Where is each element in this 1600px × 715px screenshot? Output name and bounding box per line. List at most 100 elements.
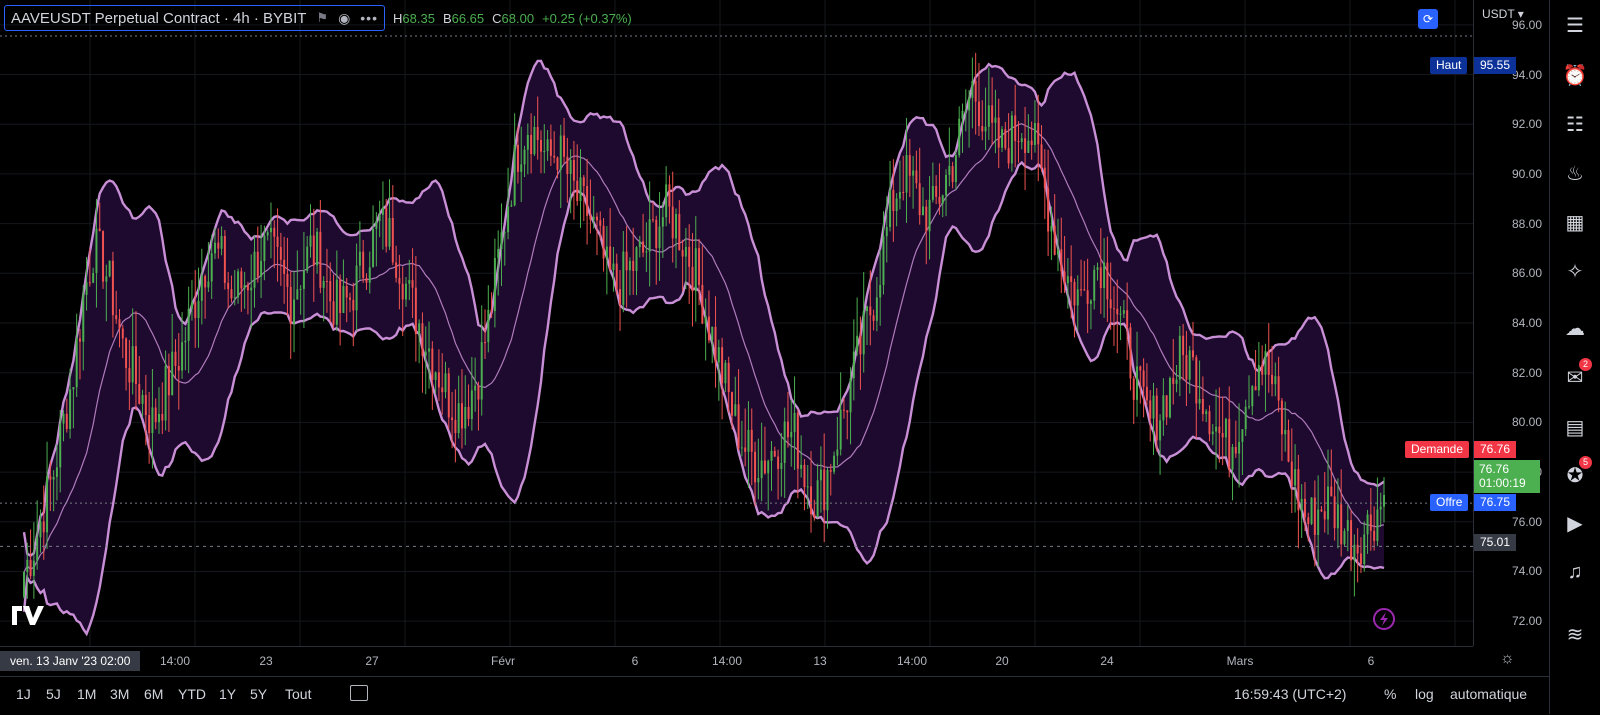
timeframe-button-5j[interactable]: 5J bbox=[46, 686, 61, 702]
candle-body bbox=[237, 271, 240, 298]
candle-body bbox=[503, 232, 506, 234]
candle-body bbox=[490, 309, 493, 312]
more-icon[interactable]: ••• bbox=[360, 10, 378, 26]
candle-body bbox=[484, 342, 487, 344]
candle-body bbox=[1168, 377, 1171, 418]
crosshair-price-tag: 75.01 bbox=[1474, 534, 1517, 551]
candle-body bbox=[260, 261, 263, 277]
auto-toggle[interactable]: automatique bbox=[1450, 686, 1527, 702]
calendar-icon[interactable]: ▦ bbox=[1560, 207, 1590, 237]
candle-body bbox=[553, 155, 556, 158]
timeframe-button-1j[interactable]: 1J bbox=[16, 686, 31, 702]
play-icon[interactable]: ▶ bbox=[1560, 508, 1590, 538]
timeframe-button-1m[interactable]: 1M bbox=[77, 686, 96, 702]
flag-icon[interactable]: ⚑ bbox=[316, 10, 328, 26]
candle-body bbox=[204, 276, 207, 288]
candle-body bbox=[414, 287, 417, 335]
candle-body bbox=[823, 469, 826, 511]
candle-body bbox=[1310, 497, 1313, 524]
candle-body bbox=[1122, 310, 1125, 314]
eye-icon[interactable]: ◉ bbox=[338, 10, 350, 27]
price-chart[interactable] bbox=[0, 0, 1473, 646]
bell-icon[interactable]: ♫ bbox=[1560, 557, 1590, 587]
candle-body bbox=[306, 246, 309, 271]
notes-icon[interactable]: ▤ bbox=[1560, 412, 1590, 442]
candle-body bbox=[595, 216, 598, 221]
tools-icon[interactable]: ≋ bbox=[1560, 619, 1590, 649]
candle-body bbox=[507, 206, 510, 233]
candle-body bbox=[951, 166, 954, 183]
chats-icon[interactable]: ✉ 2 bbox=[1560, 358, 1592, 392]
candle-body bbox=[52, 476, 55, 480]
timeframe-button-tout[interactable]: Tout bbox=[285, 686, 311, 702]
log-toggle[interactable]: log bbox=[1415, 686, 1434, 702]
candle-body bbox=[1340, 504, 1343, 545]
candle-body bbox=[388, 217, 391, 247]
streams-icon[interactable]: ✪ 5 bbox=[1560, 456, 1592, 490]
alarm-clock-icon[interactable]: ⏰ bbox=[1560, 60, 1590, 90]
lightning-icon[interactable] bbox=[1373, 608, 1395, 630]
time-tick-label: 14:00 bbox=[896, 654, 928, 668]
candle-body bbox=[1086, 290, 1089, 304]
timeframe-button-1y[interactable]: 1Y bbox=[219, 686, 236, 702]
timeframe-button-ytd[interactable]: YTD bbox=[178, 686, 206, 702]
timeframe-button-6m[interactable]: 6M bbox=[144, 686, 163, 702]
candle-body bbox=[349, 297, 351, 300]
candle-body bbox=[796, 412, 799, 469]
candle-body bbox=[750, 429, 753, 452]
timeframe-button-3m[interactable]: 3M bbox=[110, 686, 129, 702]
candle-body bbox=[269, 227, 272, 233]
add-list-icon[interactable]: ☷ bbox=[1560, 109, 1590, 139]
time-axis[interactable]: 14:00 23 27 Févr 6 14:00 13 14:00 20 24 Mars 6 ven.… bbox=[0, 646, 1473, 675]
candle-body bbox=[675, 213, 677, 239]
candle-body bbox=[1047, 188, 1050, 232]
settings-gear-icon[interactable]: ☼ bbox=[1500, 650, 1515, 668]
percent-toggle[interactable]: % bbox=[1384, 686, 1396, 702]
chat-cloud-icon[interactable]: ☁ bbox=[1560, 313, 1590, 343]
candle-body bbox=[1103, 262, 1106, 289]
candle-body bbox=[1099, 267, 1102, 289]
candle-body bbox=[898, 191, 901, 199]
ohlc-change: +0.25 (+0.37%) bbox=[542, 10, 632, 26]
candle-body bbox=[296, 289, 299, 300]
candle-body bbox=[59, 423, 62, 468]
candle-body bbox=[714, 326, 717, 363]
hotlist-fire-icon[interactable]: ♨ bbox=[1560, 158, 1590, 188]
ideas-bulb-icon[interactable]: ✧ bbox=[1560, 256, 1590, 286]
price-tick-label: 90.00 bbox=[1511, 166, 1542, 181]
candle-body bbox=[424, 351, 427, 356]
candle-body bbox=[928, 199, 931, 232]
price-tick-label: 94.00 bbox=[1511, 67, 1542, 82]
candle-body bbox=[625, 251, 628, 271]
candle bbox=[1132, 375, 1135, 425]
price-tick-label: 74.00 bbox=[1511, 564, 1542, 579]
candle-body bbox=[747, 429, 750, 452]
candle-body bbox=[1096, 267, 1099, 270]
candle-body bbox=[981, 126, 984, 132]
timeframe-button-5y[interactable]: 5Y bbox=[250, 686, 267, 702]
candle-body bbox=[1162, 395, 1165, 421]
candle-body bbox=[1043, 167, 1046, 189]
candle-body bbox=[786, 421, 789, 438]
candle-body bbox=[88, 282, 91, 284]
candle-body bbox=[1192, 350, 1194, 358]
date-range-icon[interactable] bbox=[350, 685, 368, 701]
candle-body bbox=[1211, 431, 1214, 435]
candle-body bbox=[701, 284, 704, 324]
watchlist-icon[interactable]: ☰ bbox=[1560, 10, 1590, 40]
candle-body bbox=[378, 214, 381, 222]
candle-body bbox=[322, 280, 325, 288]
candle-body bbox=[1297, 469, 1300, 511]
candle-body bbox=[365, 277, 368, 283]
symbol-title[interactable]: AAVEUSDT Perpetual Contract · 4h · BYBIT bbox=[11, 10, 306, 27]
symbol-box[interactable]: AAVEUSDT Perpetual Contract · 4h · BYBIT… bbox=[4, 5, 385, 31]
clock-display[interactable]: 16:59:43 (UTC+2) bbox=[1234, 686, 1346, 702]
candle-body bbox=[628, 260, 631, 271]
candle-body bbox=[862, 311, 865, 355]
candle bbox=[431, 341, 434, 410]
candle bbox=[256, 226, 259, 283]
candle-body bbox=[319, 231, 322, 288]
candle-body bbox=[918, 183, 921, 216]
compare-icon[interactable]: ⟳ bbox=[1418, 9, 1438, 29]
candle-body bbox=[500, 232, 503, 250]
